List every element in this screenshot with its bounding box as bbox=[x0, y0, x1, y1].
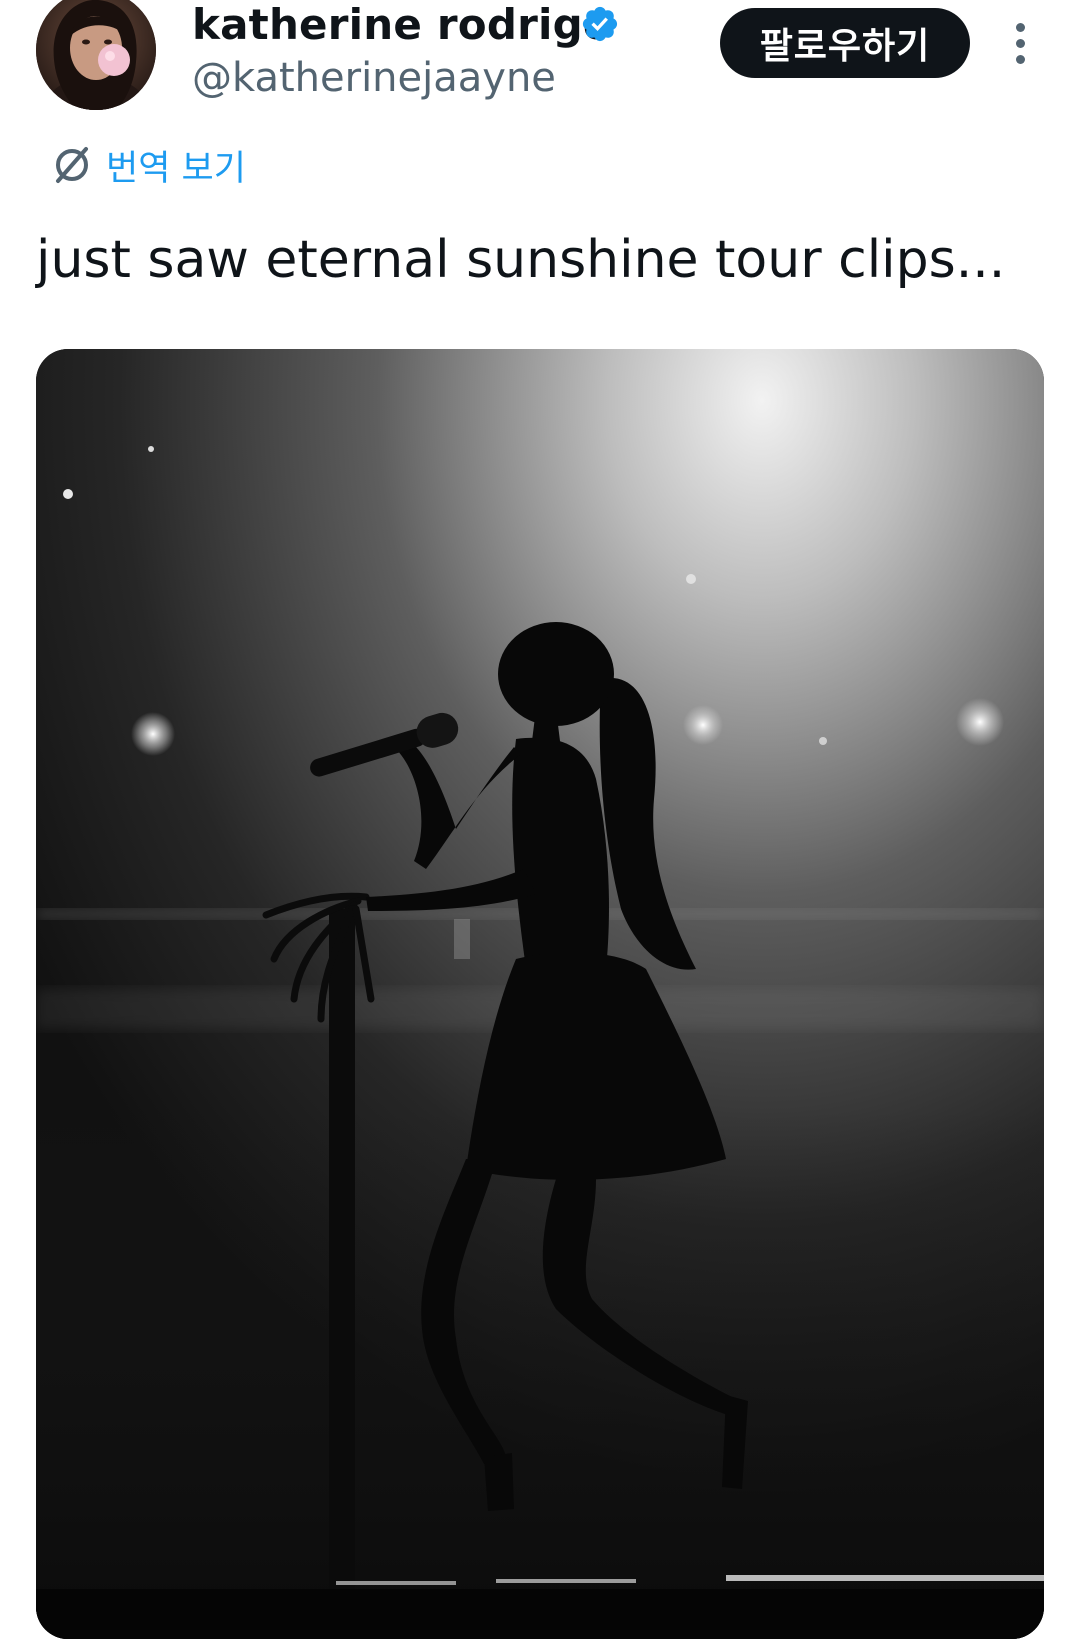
avatar[interactable] bbox=[36, 0, 156, 110]
globe-icon bbox=[56, 147, 88, 183]
avatar-image bbox=[36, 0, 156, 110]
translate-label: 번역 보기 bbox=[106, 148, 246, 189]
handle[interactable]: @katherinejaayne bbox=[192, 54, 556, 102]
translate-link[interactable]: 번역 보기 bbox=[50, 140, 246, 190]
tweet-media-image[interactable] bbox=[36, 349, 1044, 1639]
display-name[interactable]: katherine rodrigo bbox=[192, 0, 612, 50]
tweet-text: just saw eternal sunshine tour clips... bbox=[36, 230, 1006, 290]
more-dot bbox=[1015, 54, 1025, 64]
follow-button[interactable]: 팔로우하기 bbox=[720, 8, 970, 78]
concert-silhouette-image bbox=[36, 349, 1044, 1639]
more-dot bbox=[1015, 38, 1025, 48]
verified-badge-icon bbox=[582, 6, 618, 42]
more-dot bbox=[1015, 22, 1025, 32]
more-icon[interactable] bbox=[1000, 18, 1040, 68]
